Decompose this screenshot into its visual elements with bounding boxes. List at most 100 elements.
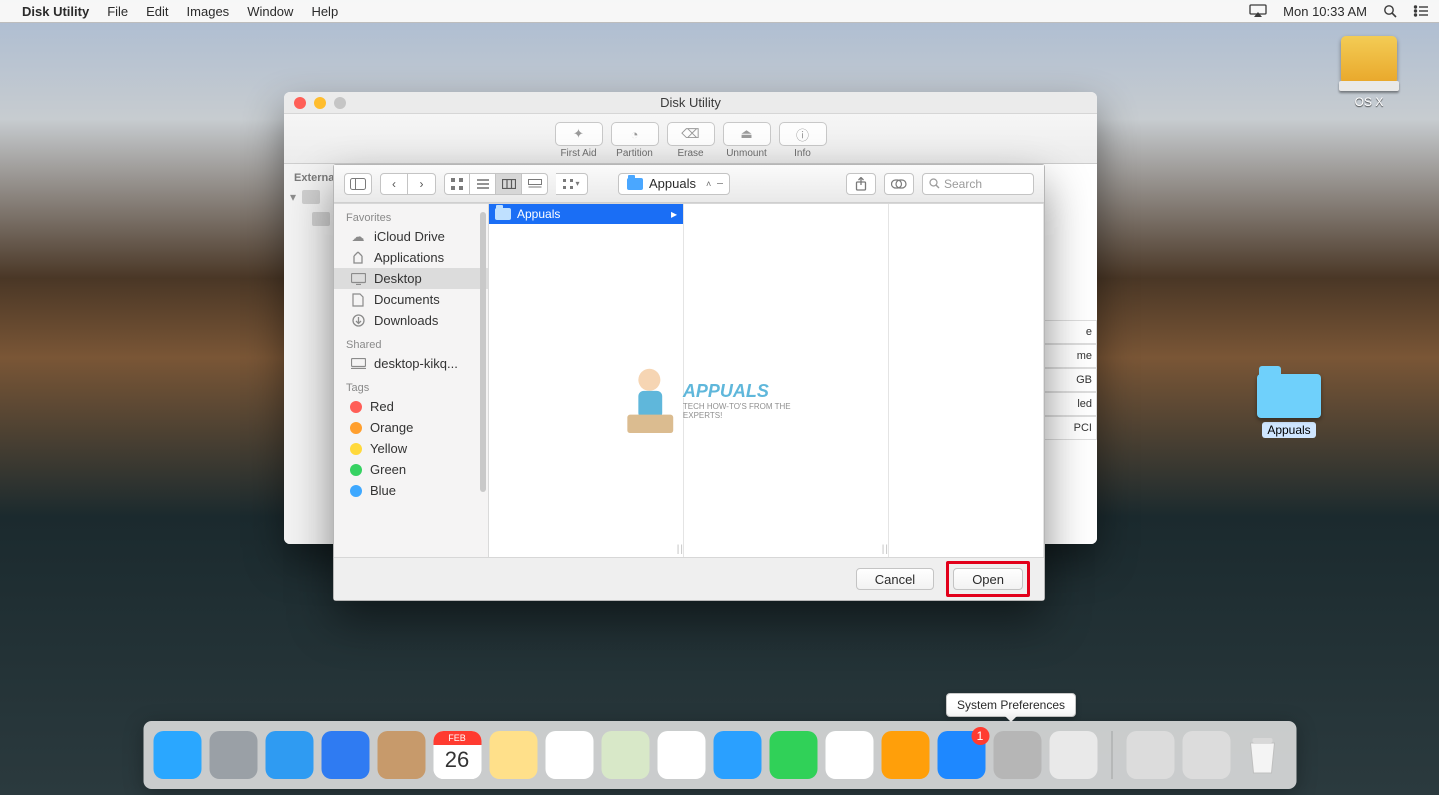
view-icons-button[interactable] [444, 173, 470, 195]
sidebar-desktop[interactable]: Desktop [334, 268, 488, 289]
chevron-right-icon: ▸ [671, 207, 677, 221]
sidebar-tag-green[interactable]: Green [334, 459, 488, 480]
computer-icon [350, 357, 366, 371]
folder-icon [1257, 374, 1321, 418]
desktop-folder-appuals[interactable]: Appuals [1249, 374, 1329, 438]
menubar-app[interactable]: Disk Utility [22, 4, 89, 19]
window-title: Disk Utility [284, 95, 1097, 110]
dock-app-reminders[interactable] [545, 731, 593, 779]
tags-button[interactable] [884, 173, 914, 195]
dock-app-finder[interactable] [153, 731, 201, 779]
location-label: Appuals [649, 176, 696, 191]
menu-edit[interactable]: Edit [146, 4, 168, 19]
sidebar-tag-red[interactable]: Red [334, 396, 488, 417]
favorites-header: Favorites [334, 204, 488, 226]
menubar-clock[interactable]: Mon 10:33 AM [1283, 4, 1367, 19]
folder-icon [495, 208, 511, 220]
tag-dot-icon [350, 422, 362, 434]
sidebar-tag-blue[interactable]: Blue [334, 480, 488, 501]
scrollbar[interactable] [480, 212, 486, 492]
view-mode-segmented [444, 173, 548, 195]
folder-icon [627, 178, 643, 190]
dock-app-photos[interactable] [657, 731, 705, 779]
dock-separator [1111, 731, 1112, 779]
dock-app-mail[interactable] [321, 731, 369, 779]
column-3 [889, 204, 1044, 557]
arrange-dropdown[interactable]: ▾ [556, 173, 588, 195]
toolbar-partition[interactable]: ◔Partition [611, 122, 659, 159]
search-placeholder: Search [944, 177, 982, 191]
dock-app-notes[interactable] [489, 731, 537, 779]
sidebar-toggle-button[interactable] [344, 173, 372, 195]
cancel-button[interactable]: Cancel [856, 568, 934, 590]
sidebar-shared-computer[interactable]: desktop-kikq... [334, 353, 488, 374]
dock-app-system-preferences[interactable] [993, 731, 1041, 779]
apps-icon [350, 251, 366, 265]
tutorial-highlight: Open [946, 561, 1030, 597]
sidebar-documents[interactable]: Documents [334, 289, 488, 310]
cloud-icon: ☁︎ [350, 230, 366, 244]
shared-header: Shared [334, 331, 488, 353]
desktop-icon [350, 272, 366, 286]
dock-app-messages[interactable] [713, 731, 761, 779]
toolbar-erase[interactable]: ⌫Erase [667, 122, 715, 159]
open-button[interactable]: Open [953, 568, 1023, 590]
documents-icon [350, 293, 366, 307]
share-button[interactable] [846, 173, 876, 195]
nav-back-forward: ‹ › [380, 173, 436, 195]
dock-app-launchpad[interactable] [209, 731, 257, 779]
toolbar-first-aid[interactable]: ✦First Aid [555, 122, 603, 159]
tag-dot-icon [350, 443, 362, 455]
dock-app-ibooks[interactable] [881, 731, 929, 779]
open-file-sheet: ‹ › ▾ Appuals ˄ [333, 164, 1045, 601]
view-list-button[interactable] [470, 173, 496, 195]
menu-images[interactable]: Images [187, 4, 230, 19]
forward-button[interactable]: › [408, 173, 436, 195]
back-button[interactable]: ‹ [380, 173, 408, 195]
dock-app-safari[interactable] [265, 731, 313, 779]
dock-app-itunes[interactable] [825, 731, 873, 779]
dock-app-facetime[interactable] [769, 731, 817, 779]
du-info-partial: e me GB led PCI [1041, 320, 1097, 440]
dock-tooltip: System Preferences [946, 693, 1076, 717]
airplay-icon[interactable] [1249, 4, 1267, 18]
dock-app-maps[interactable] [601, 731, 649, 779]
dock-tray-documents[interactable] [1126, 731, 1174, 779]
view-columns-button[interactable] [496, 173, 522, 195]
location-popup[interactable]: Appuals ˄ [618, 173, 730, 195]
disk-row-icon [302, 190, 320, 204]
dock-app-app-store[interactable]: 1 [937, 731, 985, 779]
disk-row-icon [312, 212, 330, 226]
view-coverflow-button[interactable] [522, 173, 548, 195]
dock-app-calendar[interactable]: FEB26 [433, 731, 481, 779]
notification-center-icon[interactable] [1413, 5, 1429, 17]
du-toolbar: ✦First Aid ◔Partition ⌫Erase ⏏Unmount ⓘI… [284, 114, 1097, 164]
disk-icon [1341, 36, 1397, 84]
tag-dot-icon [350, 485, 362, 497]
dock-tray-trash[interactable] [1238, 731, 1286, 779]
desktop-disk-osx[interactable]: OS X [1329, 36, 1409, 109]
column-resize-handle[interactable]: || [882, 544, 889, 555]
sidebar-tag-yellow[interactable]: Yellow [334, 438, 488, 459]
sidebar-icloud[interactable]: ☁︎iCloud Drive [334, 226, 488, 247]
titlebar[interactable]: Disk Utility [284, 92, 1097, 114]
spotlight-icon[interactable] [1383, 4, 1397, 18]
sidebar-downloads[interactable]: Downloads [334, 310, 488, 331]
search-input[interactable]: Search [922, 173, 1034, 195]
column-resize-handle[interactable]: || [677, 544, 684, 555]
menu-help[interactable]: Help [311, 4, 338, 19]
toolbar-unmount[interactable]: ⏏Unmount [723, 122, 771, 159]
toolbar-info[interactable]: ⓘInfo [779, 122, 827, 159]
dock-tray-downloads[interactable] [1182, 731, 1230, 779]
sheet-footer: Cancel Open [334, 558, 1044, 600]
menubar: Disk Utility File Edit Images Window Hel… [0, 0, 1439, 23]
menu-file[interactable]: File [107, 4, 128, 19]
dock-app-contacts[interactable] [377, 731, 425, 779]
column-item-appuals[interactable]: Appuals ▸ [489, 204, 683, 224]
sheet-toolbar: ‹ › ▾ Appuals ˄ [334, 165, 1044, 203]
dock-app-disk-utility[interactable] [1049, 731, 1097, 779]
badge: 1 [971, 727, 989, 745]
menu-window[interactable]: Window [247, 4, 293, 19]
sidebar-applications[interactable]: Applications [334, 247, 488, 268]
sidebar-tag-orange[interactable]: Orange [334, 417, 488, 438]
